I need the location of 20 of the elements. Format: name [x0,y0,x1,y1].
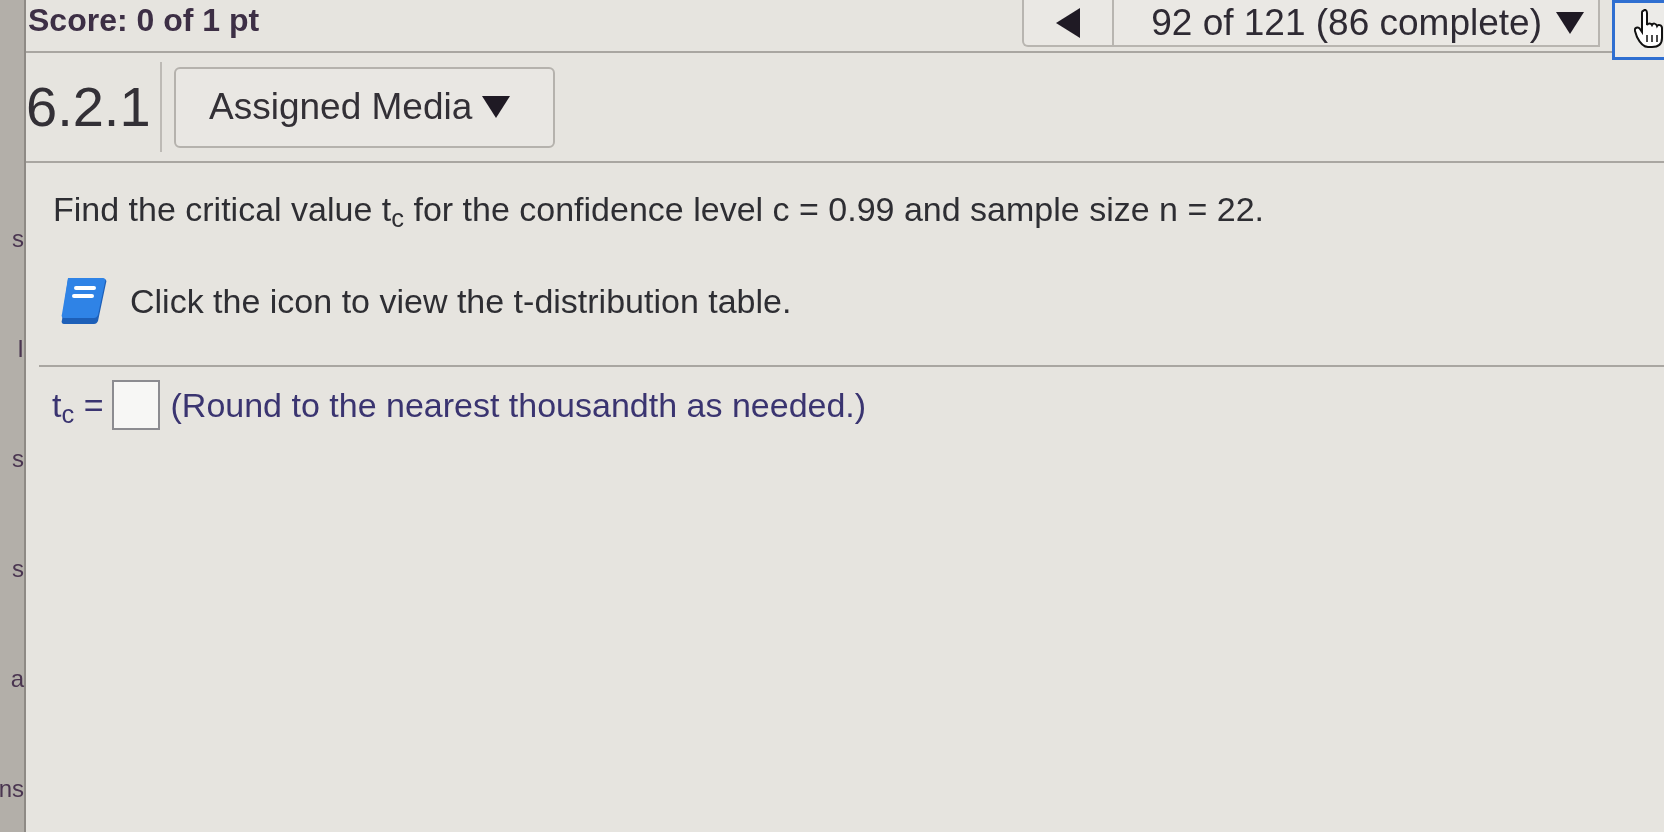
sidebar-text[interactable]: a [10,665,24,693]
sidebar-text[interactable]: I [17,335,24,363]
hand-cursor-icon [1634,9,1664,49]
table-hint-text: Click the icon to view the t-distribution table. [130,281,792,322]
answer-box[interactable] [111,380,160,430]
next-button[interactable] [1612,0,1664,60]
question-prompt: Find the critical value t$_{c}$ for the confidence level c = 0.99 and sample size n = 22. [53,189,1264,231]
question-selector[interactable]: 92 of 121 (86 complete) [1114,0,1598,45]
sidebar-text[interactable]: s [12,555,24,583]
left-triangle-icon [1056,7,1080,38]
answer-label: t$_{c}$ = [52,385,104,427]
question-number: 6.2.1 [26,76,152,138]
sidebar-text[interactable]: s [12,225,24,253]
sidebar-text[interactable]: s [12,445,24,473]
dropdown-triangle-icon [482,96,511,118]
rounding-note: (Round to the nearest thousandth as needed.) [170,385,867,426]
assigned-media-button[interactable]: Assigned Media [174,66,555,148]
dropdown-triangle-icon [1556,11,1584,34]
sidebar-text[interactable]: ns [0,775,24,803]
score-text: Score: 0 of 1 pt [27,1,260,38]
